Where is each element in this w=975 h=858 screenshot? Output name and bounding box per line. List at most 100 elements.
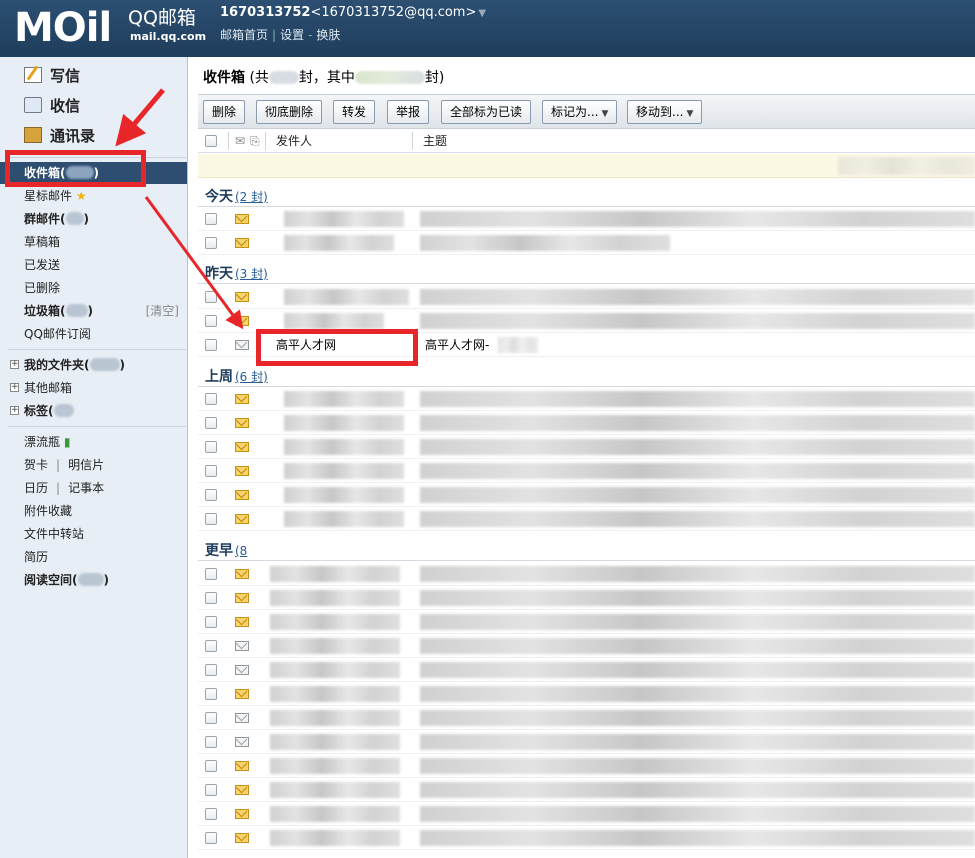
- row-checkbox[interactable]: [205, 465, 217, 477]
- list-item[interactable]: [198, 285, 975, 309]
- row-checkbox[interactable]: [205, 213, 217, 225]
- expand-icon[interactable]: +: [10, 383, 19, 392]
- move-to-dropdown[interactable]: 移动到... ▼: [627, 100, 703, 124]
- list-item[interactable]: [198, 231, 975, 255]
- mail-logo[interactable]: MOil: [14, 4, 112, 52]
- sidebar-item-file-transfer[interactable]: 文件中转站: [0, 523, 187, 545]
- row-checkbox[interactable]: [205, 688, 217, 700]
- list-item[interactable]: [198, 387, 975, 411]
- row-checkbox[interactable]: [205, 237, 217, 249]
- select-all-checkbox[interactable]: [205, 135, 217, 147]
- list-item[interactable]: [198, 586, 975, 610]
- notes-link[interactable]: 记事本: [68, 481, 104, 495]
- unread-envelope-icon: [235, 593, 249, 603]
- row-checkbox[interactable]: [205, 640, 217, 652]
- list-item[interactable]: [198, 754, 975, 778]
- row-checkbox[interactable]: [205, 513, 217, 525]
- row-checkbox[interactable]: [205, 784, 217, 796]
- calendar-link[interactable]: 日历: [24, 481, 48, 495]
- sidebar-item-cards[interactable]: 贺卡 | 明信片: [0, 454, 187, 476]
- read-envelope-icon: [235, 713, 249, 723]
- list-item[interactable]: [198, 507, 975, 531]
- sidebar-item-calendar[interactable]: 日历 | 记事本: [0, 477, 187, 499]
- unread-envelope-icon: [235, 569, 249, 579]
- row-checkbox[interactable]: [205, 441, 217, 453]
- delete-button[interactable]: 删除: [203, 100, 246, 124]
- list-item[interactable]: [198, 682, 975, 706]
- row-checkbox[interactable]: [205, 339, 217, 351]
- unread-envelope-icon: [235, 316, 249, 326]
- group-count-link[interactable]: (6 封): [235, 370, 268, 384]
- list-item[interactable]: [198, 459, 975, 483]
- list-item[interactable]: [198, 483, 975, 507]
- list-item[interactable]: [198, 610, 975, 634]
- list-item[interactable]: [198, 730, 975, 754]
- sidebar-item-group-mail[interactable]: 群邮件(): [0, 208, 187, 230]
- sidebar-item-deleted[interactable]: 已删除: [0, 277, 187, 299]
- list-item[interactable]: [198, 634, 975, 658]
- change-skin-link[interactable]: 换肤: [316, 28, 340, 42]
- row-checkbox[interactable]: [205, 736, 217, 748]
- account-info[interactable]: 1670313752<1670313752@qq.com> ▼: [220, 5, 486, 20]
- mailbox-home-link[interactable]: 邮箱首页: [220, 28, 268, 42]
- receive-button[interactable]: 收信: [24, 95, 80, 116]
- postcards-link[interactable]: 明信片: [68, 458, 104, 472]
- sidebar-item-tags[interactable]: + 标签(: [0, 400, 187, 422]
- sidebar-item-bottle[interactable]: 漂流瓶 ▮: [0, 431, 187, 453]
- row-checkbox[interactable]: [205, 592, 217, 604]
- group-count-link[interactable]: (8: [235, 544, 247, 558]
- settings-link[interactable]: 设置: [280, 28, 304, 42]
- row-checkbox[interactable]: [205, 664, 217, 676]
- group-count-link[interactable]: (3 封): [235, 267, 268, 281]
- sidebar-item-sent[interactable]: 已发送: [0, 254, 187, 276]
- read-envelope-icon: [235, 737, 249, 747]
- sidebar-item-my-folders[interactable]: + 我的文件夹(): [0, 354, 187, 376]
- forward-button[interactable]: 转发: [333, 100, 376, 124]
- compose-button[interactable]: 写信: [24, 65, 80, 86]
- expand-icon[interactable]: +: [10, 360, 19, 369]
- row-checkbox[interactable]: [205, 568, 217, 580]
- sender-column-header[interactable]: 发件人: [276, 129, 312, 153]
- row-checkbox[interactable]: [205, 489, 217, 501]
- contacts-button[interactable]: 通讯录: [24, 125, 95, 146]
- group-count-link[interactable]: (2 封): [235, 190, 268, 204]
- cards-link[interactable]: 贺卡: [24, 458, 48, 472]
- list-item[interactable]: [198, 435, 975, 459]
- row-checkbox[interactable]: [205, 291, 217, 303]
- sidebar-item-other-mailboxes[interactable]: + 其他邮箱: [0, 377, 187, 399]
- unread-envelope-icon: [235, 238, 249, 248]
- list-item[interactable]: [198, 778, 975, 802]
- expand-icon[interactable]: +: [10, 406, 19, 415]
- row-checkbox[interactable]: [205, 393, 217, 405]
- star-icon: ★: [75, 189, 87, 203]
- sidebar-item-resume[interactable]: 简历: [0, 546, 187, 568]
- sidebar-item-drafts[interactable]: 草稿箱: [0, 231, 187, 253]
- row-checkbox[interactable]: [205, 832, 217, 844]
- row-checkbox[interactable]: [205, 808, 217, 820]
- list-item[interactable]: [198, 802, 975, 826]
- list-item[interactable]: [198, 658, 975, 682]
- sidebar-item-spam[interactable]: 垃圾箱() [清空]: [0, 300, 187, 322]
- sidebar-item-subscriptions[interactable]: QQ邮件订阅: [0, 323, 187, 345]
- clear-spam-link[interactable]: [清空]: [146, 300, 179, 322]
- row-checkbox[interactable]: [205, 417, 217, 429]
- row-checkbox[interactable]: [205, 315, 217, 327]
- list-item[interactable]: [198, 826, 975, 850]
- row-checkbox[interactable]: [205, 712, 217, 724]
- report-button[interactable]: 举报: [387, 100, 430, 124]
- unread-envelope-icon: [235, 292, 249, 302]
- row-checkbox[interactable]: [205, 616, 217, 628]
- delete-permanently-button[interactable]: 彻底删除: [256, 100, 323, 124]
- sidebar-item-starred[interactable]: 星标邮件 ★: [0, 185, 187, 207]
- list-item[interactable]: [198, 706, 975, 730]
- list-item[interactable]: [198, 411, 975, 435]
- mark-as-dropdown[interactable]: 标记为... ▼: [542, 100, 618, 124]
- list-item[interactable]: [198, 562, 975, 586]
- row-checkbox[interactable]: [205, 760, 217, 772]
- sidebar-item-attachments[interactable]: 附件收藏: [0, 500, 187, 522]
- account-dropdown-icon[interactable]: ▼: [478, 8, 486, 19]
- mark-all-read-button[interactable]: 全部标为已读: [441, 100, 532, 124]
- sidebar-item-reading-space[interactable]: 阅读空间(): [0, 569, 187, 591]
- list-item[interactable]: [198, 207, 975, 231]
- subject-column-header[interactable]: 主题: [423, 129, 447, 153]
